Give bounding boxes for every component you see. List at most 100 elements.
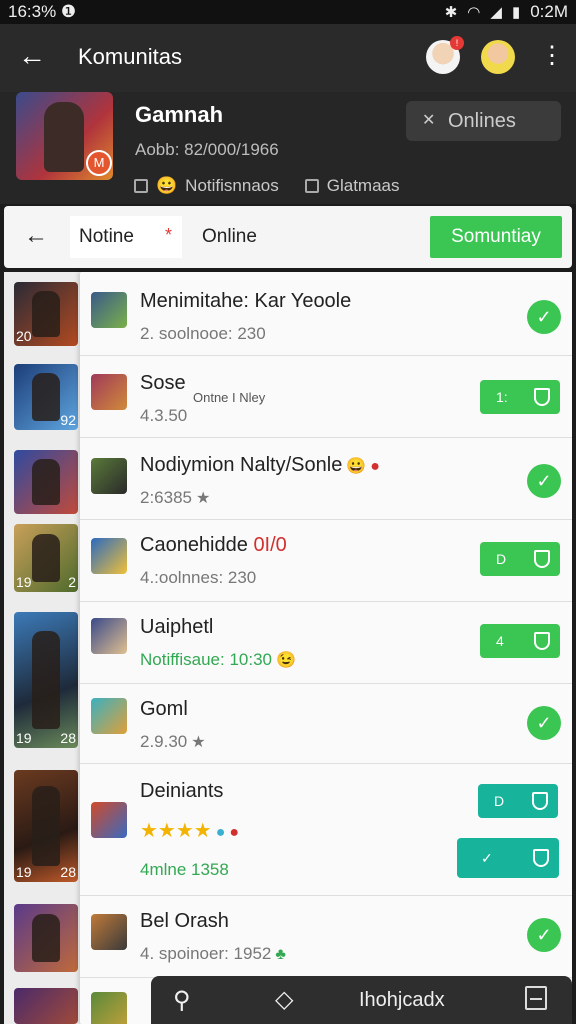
bottom-bar-label[interactable]: Ihohjcadx bbox=[359, 989, 445, 1012]
sparkle-icon: ★ bbox=[191, 734, 206, 751]
join-button-label: D bbox=[494, 793, 505, 809]
online-button[interactable]: ✕ Onlines bbox=[406, 101, 561, 141]
join-button-label: 1: bbox=[496, 389, 508, 405]
join-button[interactable]: D bbox=[478, 784, 558, 818]
game-list: Menimitahe: Kar Yeoole 2. soolnooe: 230 … bbox=[80, 272, 572, 1024]
battery-icon: ▮ bbox=[511, 4, 521, 21]
check-icon[interactable]: ✓ bbox=[527, 918, 561, 952]
game-header: M Gamnah Aobb: 82/000/1966 ✕ Onlines 😀 N… bbox=[0, 92, 576, 204]
community-button[interactable]: Somuntiay bbox=[430, 216, 562, 258]
game-thumbnail[interactable]: 19 28 bbox=[14, 612, 78, 748]
alert-icon: ● bbox=[370, 458, 380, 475]
tab-notine-label: Notine bbox=[79, 226, 134, 247]
item-sub: 2.9.30 ★ bbox=[140, 732, 206, 752]
item-sub: 4mlne 1358 bbox=[140, 860, 229, 879]
list-item[interactable]: Deiniants ★★★★ ● ● 4mlne 1358 D ✓ bbox=[80, 764, 572, 896]
sparkle-icon: ★ bbox=[196, 490, 211, 507]
star-mark-icon: * bbox=[164, 225, 172, 245]
shield-icon bbox=[532, 792, 548, 810]
thumbnail-column: 20 92 19 2 19 28 19 28 bbox=[4, 272, 82, 1024]
menu-box-icon[interactable] bbox=[525, 986, 547, 1010]
more-vertical-icon[interactable]: ⋮ bbox=[540, 42, 564, 70]
join-button-label: 4 bbox=[496, 633, 504, 649]
shield-icon bbox=[533, 849, 549, 867]
status-icons: ✱ ◠ ◢ ▮ 0:2M bbox=[445, 2, 568, 22]
check-icon[interactable]: ✓ bbox=[527, 300, 561, 334]
smiley-icon: 😀 bbox=[346, 458, 367, 475]
game-thumbnail[interactable] bbox=[14, 988, 78, 1024]
list-item[interactable]: Nodiymion Nalty/Sonle 😀 ● 2:6385 ★ ✓ bbox=[80, 438, 572, 520]
online-button-label: Onlines bbox=[448, 110, 516, 132]
rating-stars: ★★★★ ● ● bbox=[140, 818, 239, 843]
game-icon bbox=[91, 992, 127, 1024]
status-battery-text: 0:2M bbox=[530, 2, 568, 21]
link-icon[interactable]: ⚲ bbox=[173, 986, 191, 1015]
item-sub: 4. spoinoer: 1952 ♣ bbox=[140, 944, 286, 964]
game-icon bbox=[91, 374, 127, 410]
item-name: Deiniants bbox=[140, 780, 224, 802]
game-thumbnail[interactable]: 20 bbox=[14, 282, 78, 346]
shield-icon bbox=[534, 550, 550, 568]
back-arrow-icon[interactable]: ← bbox=[18, 40, 46, 72]
item-sub: Notiffisaue: 10:30 😉 bbox=[140, 650, 296, 670]
item-status: Ontne I Nley bbox=[193, 390, 266, 405]
shield-icon bbox=[534, 388, 550, 406]
list-item[interactable]: Uaiphetl Notiffisaue: 10:30 😉 4 bbox=[80, 602, 572, 684]
thumb-number: 92 bbox=[60, 412, 76, 428]
game-thumbnail[interactable]: 19 2 bbox=[14, 524, 78, 592]
tab-back-arrow-icon[interactable]: ← bbox=[24, 220, 48, 252]
join-button[interactable]: 1: bbox=[480, 380, 560, 414]
avatar-user-2[interactable] bbox=[481, 40, 515, 74]
chat-bubble-icon: ● bbox=[215, 824, 226, 841]
game-thumbnail[interactable] bbox=[14, 450, 78, 514]
meta-notifications[interactable]: Notifisnnaos bbox=[185, 176, 279, 196]
item-sub: 2:6385 ★ bbox=[140, 488, 210, 508]
game-icon bbox=[91, 802, 127, 838]
check-icon[interactable]: ✓ bbox=[527, 706, 561, 740]
alert-icon: ● bbox=[229, 824, 240, 841]
wifi-icon: ◠ bbox=[467, 4, 481, 21]
item-sub: 4.3.50 bbox=[140, 406, 188, 425]
list-item[interactable]: Goml 2.9.30 ★ ✓ bbox=[80, 684, 572, 764]
check-icon[interactable]: ✓ bbox=[527, 464, 561, 498]
join-button[interactable]: D bbox=[480, 542, 560, 576]
game-icon bbox=[91, 618, 127, 654]
tag-icon[interactable]: ◇ bbox=[275, 985, 293, 1014]
bluetooth-icon: ✱ bbox=[444, 4, 458, 21]
confirm-button[interactable]: ✓ bbox=[457, 838, 559, 878]
item-name: Caonehidde 0I/0 bbox=[140, 534, 287, 557]
list-item[interactable]: Menimitahe: Kar Yeoole 2. soolnooe: 230 … bbox=[80, 272, 572, 356]
game-icon bbox=[91, 698, 127, 734]
notification-box-icon bbox=[134, 179, 148, 193]
game-cover-image: M bbox=[16, 92, 113, 180]
tab-notine[interactable]: Notine * bbox=[70, 216, 182, 258]
close-icon: ✕ bbox=[422, 112, 436, 129]
game-thumbnail[interactable]: 92 bbox=[14, 364, 78, 430]
item-name-text: Nodiymion Nalty/Sonle bbox=[140, 454, 343, 476]
notification-badge: ! bbox=[450, 36, 464, 50]
list-item[interactable]: Bel Orash 4. spoinoer: 1952 ♣ ✓ bbox=[80, 896, 572, 978]
thumb-number: 20 bbox=[16, 328, 32, 344]
item-sub-text: 4. spoinoer: 1952 bbox=[140, 944, 272, 963]
game-name: Gamnah bbox=[135, 102, 224, 127]
chat-box-icon bbox=[304, 179, 319, 193]
game-icon bbox=[91, 292, 127, 328]
list-item[interactable]: Sose Ontne I Nley 4.3.50 1: bbox=[80, 356, 572, 438]
game-thumbnail[interactable] bbox=[14, 904, 78, 972]
item-name: Nodiymion Nalty/Sonle 😀 ● bbox=[140, 454, 380, 477]
item-name: Sose bbox=[140, 372, 186, 394]
tab-online[interactable]: Online bbox=[190, 216, 290, 258]
list-item[interactable]: Caonehidde 0I/0 4.:oolnnes: 230 D bbox=[80, 520, 572, 602]
leaf-icon: ♣ bbox=[275, 946, 286, 963]
game-icon bbox=[91, 458, 127, 494]
thumb-number: 28 bbox=[60, 730, 76, 746]
meta-chat[interactable]: Glatmaas bbox=[327, 176, 400, 196]
join-button[interactable]: 4 bbox=[480, 624, 560, 658]
header-meta: 😀 Notifisnnaos Glatmaas bbox=[134, 176, 399, 196]
game-thumbnail[interactable]: 19 28 bbox=[14, 770, 78, 882]
confirm-button-label: ✓ bbox=[481, 850, 493, 866]
thumb-number: 19 bbox=[16, 574, 32, 590]
join-button-label: D bbox=[496, 551, 507, 567]
item-sub: 4.:oolnnes: 230 bbox=[140, 568, 257, 587]
game-icon bbox=[91, 538, 127, 574]
